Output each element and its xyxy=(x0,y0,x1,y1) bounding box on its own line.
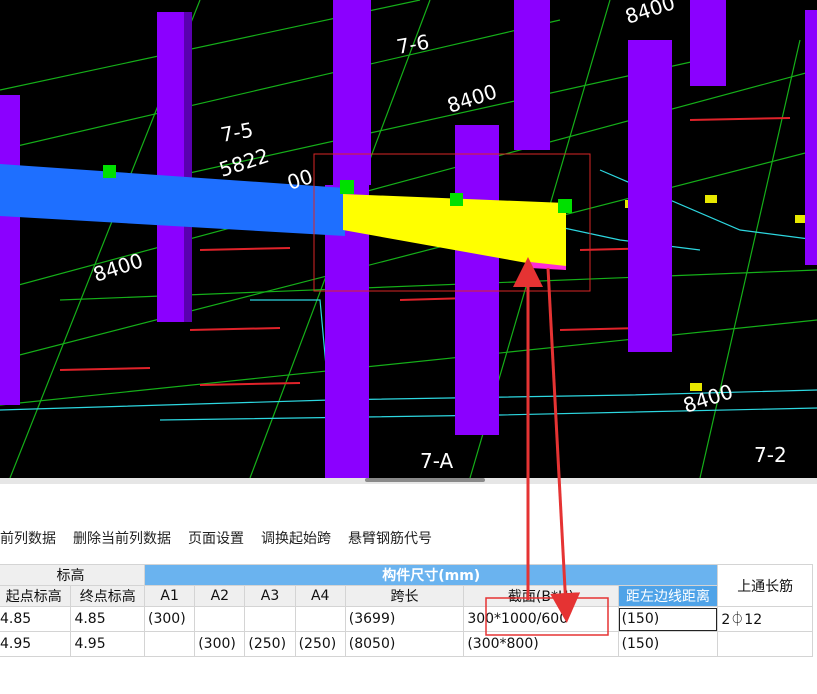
cell-section[interactable]: (300*800) xyxy=(463,631,619,657)
toolbar-swap-start-span[interactable]: 调换起始跨 xyxy=(261,528,331,552)
table-row[interactable]: 4.85 4.85 (300) (3699) 300*1000/600 (150… xyxy=(0,606,813,632)
cell-span-length[interactable]: (3699) xyxy=(344,606,465,632)
cell-section[interactable]: 300*1000/600 xyxy=(463,606,619,632)
dimension-label: 8400 xyxy=(444,79,500,118)
cell-top-rebar[interactable] xyxy=(717,631,813,657)
col-span-length: 跨长 xyxy=(344,585,465,607)
toolbar-cantilever-rebar-code[interactable]: 悬臂钢筋代号 xyxy=(348,528,432,552)
cell-top-rebar[interactable]: 2⏀12 xyxy=(717,606,813,632)
table-toolbar: 前列数据 删除当前列数据 页面设置 调换起始跨 悬臂钢筋代号 xyxy=(0,528,449,552)
cell-left-distance[interactable]: (150) xyxy=(617,606,719,632)
cad-3d-viewport[interactable]: 7-6 7-5 7-A 7-2 8400 8400 8400 8400 5822… xyxy=(0,0,817,478)
cell-a2[interactable]: (300) xyxy=(194,631,246,657)
col-left-distance: 距左边线距离 xyxy=(617,585,719,607)
cell-end-elevation[interactable]: 4.95 xyxy=(70,631,146,657)
cell-start-elevation[interactable]: 4.85 xyxy=(0,606,72,632)
cell-a3[interactable] xyxy=(244,606,296,632)
cell-span-length[interactable]: (8050) xyxy=(344,631,465,657)
toolbar-delete-column-data[interactable]: 删除当前列数据 xyxy=(73,528,171,552)
dimension-label: 5822 xyxy=(216,143,272,182)
col-start-elevation: 起点标高 xyxy=(0,585,72,607)
grid-label: 7-2 xyxy=(754,443,787,467)
table-row[interactable]: 4.95 4.95 (300) (250) (250) (8050) (300*… xyxy=(0,631,813,657)
cell-left-distance[interactable]: (150) xyxy=(617,631,719,657)
beam-span-table: 标高 构件尺寸(mm) 上通长筋 起点标高 终点标高 A1 A2 A3 A4 跨… xyxy=(0,564,813,657)
grid-label: 7-A xyxy=(420,449,454,473)
dimension-label: 8400 xyxy=(622,0,678,29)
cell-a4[interactable]: (250) xyxy=(294,631,346,657)
col-section: 截面(B*H) xyxy=(463,585,619,607)
cell-start-elevation[interactable]: 4.95 xyxy=(0,631,72,657)
cell-a2[interactable] xyxy=(194,606,246,632)
header-elevation: 标高 xyxy=(0,564,146,586)
splitter-grip[interactable] xyxy=(365,478,485,482)
toolbar-insert-column-data[interactable]: 前列数据 xyxy=(0,528,56,552)
grid-label: 7-5 xyxy=(219,118,255,147)
col-a4: A4 xyxy=(294,585,346,607)
col-a3: A3 xyxy=(244,585,296,607)
col-a2: A2 xyxy=(194,585,246,607)
col-end-elevation: 终点标高 xyxy=(70,585,146,607)
col-a1: A1 xyxy=(144,585,196,607)
cell-a1[interactable]: (300) xyxy=(144,606,196,632)
cell-a4[interactable] xyxy=(294,606,346,632)
beam-table-panel: 前列数据 删除当前列数据 页面设置 调换起始跨 悬臂钢筋代号 标高 构件尺寸(m… xyxy=(0,484,817,694)
cell-a1[interactable] xyxy=(144,631,196,657)
header-top-rebar: 上通长筋 xyxy=(717,564,813,607)
grid-label: 7-6 xyxy=(395,30,431,59)
dimension-label: 8400 xyxy=(680,379,736,418)
header-member-size: 构件尺寸(mm) xyxy=(144,564,719,586)
toolbar-page-setup[interactable]: 页面设置 xyxy=(188,528,244,552)
cell-a3[interactable]: (250) xyxy=(244,631,296,657)
cell-end-elevation[interactable]: 4.85 xyxy=(70,606,146,632)
model-canvas[interactable]: 7-6 7-5 7-A 7-2 8400 8400 8400 8400 5822… xyxy=(0,0,817,478)
